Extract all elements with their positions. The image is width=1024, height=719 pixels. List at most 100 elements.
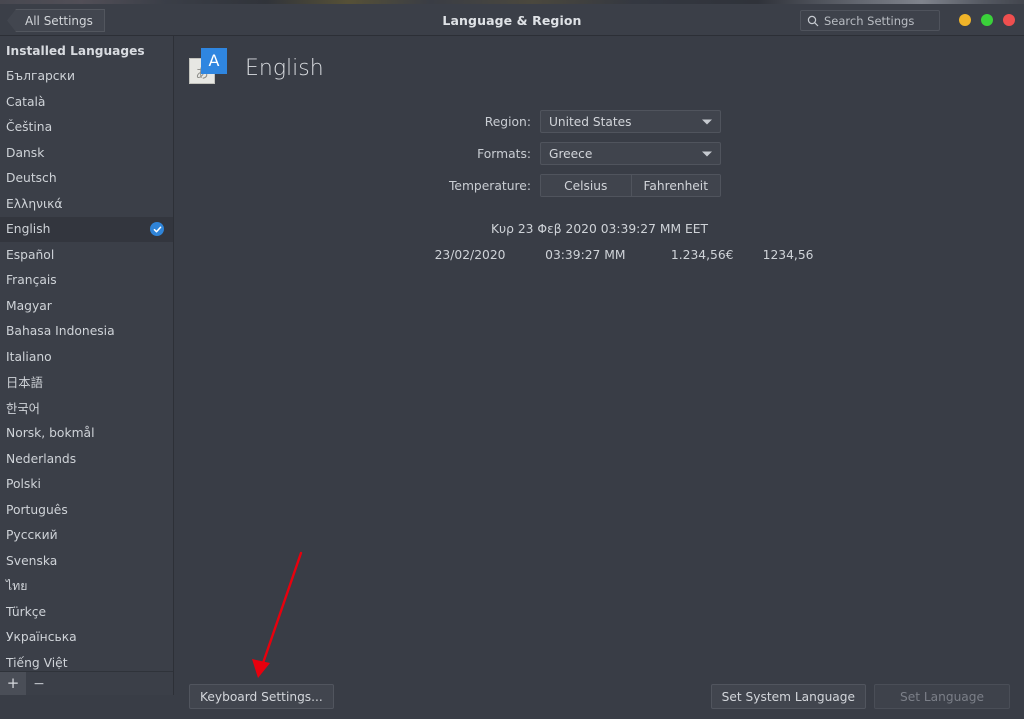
language-label: Nederlands (6, 452, 76, 466)
language-label: Español (6, 248, 54, 262)
list-item[interactable]: Deutsch (0, 166, 173, 192)
list-item[interactable]: Español (0, 242, 173, 268)
list-item[interactable]: Türkçe (0, 599, 173, 625)
back-button-label: All Settings (25, 14, 93, 28)
list-item[interactable]: Ελληνικά (0, 191, 173, 217)
language-region-window: All Settings Language & Region Installed… (0, 0, 1024, 719)
language-label: Українська (6, 630, 77, 644)
language-label: English (6, 222, 50, 236)
translation-icon: あ A (189, 48, 229, 88)
language-label: Dansk (6, 146, 44, 160)
close-button[interactable] (1003, 14, 1015, 26)
list-item[interactable]: Norsk, bokmål (0, 421, 173, 447)
list-item[interactable]: 日本語 (0, 370, 173, 396)
maximize-button[interactable] (981, 14, 993, 26)
preview-format-row: 23/02/2020 03:39:27 ΜΜ 1.234,56€ 1234,56 (175, 248, 1024, 262)
list-item[interactable]: Français (0, 268, 173, 294)
language-label: Português (6, 503, 68, 517)
language-label: Türkçe (6, 605, 46, 619)
list-item[interactable]: Italiano (0, 344, 173, 370)
keyboard-settings-label: Keyboard Settings... (200, 690, 323, 704)
chevron-down-icon (702, 119, 712, 124)
window-controls (959, 14, 1015, 26)
plus-icon: + (7, 676, 20, 691)
selected-language-header: あ A English (189, 48, 324, 88)
list-item[interactable]: Bahasa Indonesia (0, 319, 173, 345)
search-input[interactable] (824, 14, 934, 28)
region-row: Region: United States (175, 110, 1024, 133)
keyboard-settings-button[interactable]: Keyboard Settings... (189, 684, 334, 709)
format-preview: Κυρ 23 Φεβ 2020 03:39:27 ΜΜ EET 23/02/20… (175, 222, 1024, 262)
list-item-english-selected[interactable]: English (0, 217, 173, 243)
remove-language-button[interactable]: − (26, 672, 52, 695)
list-item[interactable]: Български (0, 64, 173, 90)
formats-value: Greece (549, 147, 592, 161)
installed-languages-sidebar: Installed Languages Български Català Češ… (0, 36, 174, 695)
language-label: Čeština (6, 120, 52, 134)
list-item[interactable]: Català (0, 89, 173, 115)
installed-languages-header: Installed Languages (0, 38, 173, 64)
list-item[interactable]: Українська (0, 625, 173, 651)
set-language-button[interactable]: Set Language (874, 684, 1010, 709)
chevron-down-icon (702, 151, 712, 156)
language-label: Norsk, bokmål (6, 426, 95, 440)
region-form: Region: United States Formats: Greece Te… (175, 110, 1024, 206)
celsius-option[interactable]: Celsius (541, 175, 631, 196)
language-label: Italiano (6, 350, 52, 364)
language-label: Bahasa Indonesia (6, 324, 115, 338)
back-to-all-settings-button[interactable]: All Settings (7, 9, 105, 32)
preview-time: 03:39:27 ΜΜ (506, 248, 626, 262)
set-system-language-button[interactable]: Set System Language (711, 684, 866, 709)
language-label: Русский (6, 528, 58, 542)
language-label: Svenska (6, 554, 57, 568)
latin-a-glyph-icon: A (201, 48, 227, 74)
minimize-button[interactable] (959, 14, 971, 26)
list-item[interactable]: Русский (0, 523, 173, 549)
region-value: United States (549, 115, 632, 129)
installed-languages-header-label: Installed Languages (6, 44, 145, 58)
preview-currency: 1.234,56€ (626, 248, 734, 262)
temperature-unit-toggle[interactable]: Celsius Fahrenheit (540, 174, 721, 197)
language-label: Français (6, 273, 57, 287)
language-label: ไทย (6, 577, 28, 596)
checkmark-icon (150, 222, 164, 236)
language-list[interactable]: Installed Languages Български Català Češ… (0, 36, 173, 695)
list-item[interactable]: 한국어 (0, 395, 173, 421)
preview-number: 1234,56 (734, 248, 814, 262)
list-item[interactable]: ไทย (0, 574, 173, 600)
temperature-row: Temperature: Celsius Fahrenheit (175, 174, 1024, 197)
set-language-label: Set Language (900, 690, 984, 704)
window-titlebar: All Settings Language & Region (0, 4, 1024, 36)
set-system-language-label: Set System Language (722, 690, 855, 704)
search-settings-box[interactable] (800, 10, 940, 31)
list-item[interactable]: Čeština (0, 115, 173, 141)
language-label: Ελληνικά (6, 197, 63, 211)
list-item[interactable]: Português (0, 497, 173, 523)
list-item[interactable]: Polski (0, 472, 173, 498)
minus-icon: − (33, 677, 45, 691)
main-content: あ A English Region: United States Format… (175, 36, 1024, 719)
list-item[interactable]: Magyar (0, 293, 173, 319)
list-item[interactable]: Nederlands (0, 446, 173, 472)
preview-full-datetime: Κυρ 23 Φεβ 2020 03:39:27 ΜΜ EET (175, 222, 1024, 236)
language-label: 日本語 (6, 373, 43, 391)
temperature-label: Temperature: (175, 179, 540, 193)
language-label: Català (6, 95, 45, 109)
search-icon (807, 15, 819, 27)
desktop-background-sliver (0, 0, 1024, 4)
formats-row: Formats: Greece (175, 142, 1024, 165)
preview-date: 23/02/2020 (386, 248, 506, 262)
formats-dropdown[interactable]: Greece (540, 142, 721, 165)
language-label: Polski (6, 477, 41, 491)
language-label: Български (6, 69, 75, 83)
region-label: Region: (175, 115, 540, 129)
language-label: 한국어 (6, 399, 40, 417)
add-language-button[interactable]: + (0, 672, 26, 695)
formats-label: Formats: (175, 147, 540, 161)
list-item[interactable]: Dansk (0, 140, 173, 166)
list-item[interactable]: Svenska (0, 548, 173, 574)
fahrenheit-option[interactable]: Fahrenheit (631, 175, 721, 196)
region-dropdown[interactable]: United States (540, 110, 721, 133)
language-label: Tiếng Việt (6, 656, 68, 670)
language-label: Magyar (6, 299, 52, 313)
